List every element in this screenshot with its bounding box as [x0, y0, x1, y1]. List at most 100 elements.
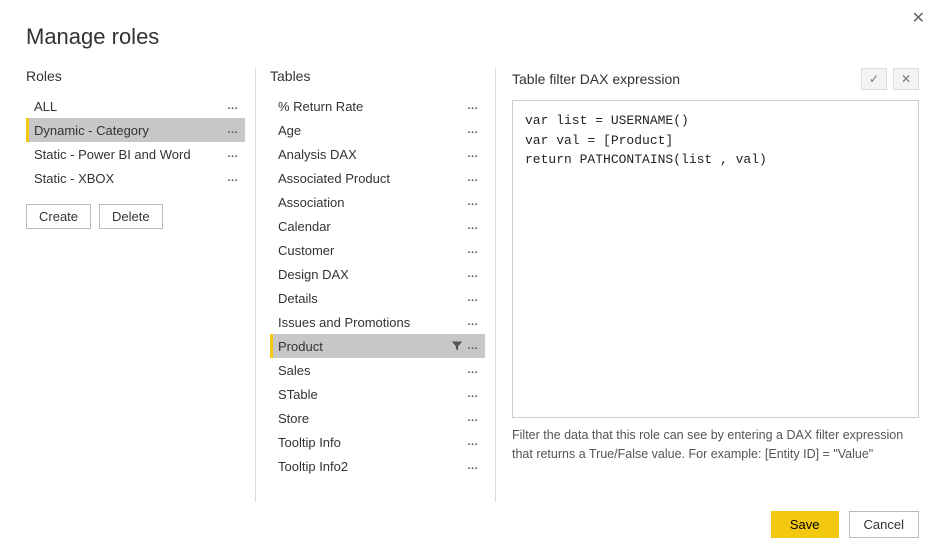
ellipsis-icon[interactable]: … [227, 172, 239, 184]
roles-header: Roles [26, 68, 245, 94]
roles-list: ALL…Dynamic - Category…Static - Power BI… [26, 94, 245, 190]
delete-button[interactable]: Delete [99, 204, 163, 229]
role-item-label: Dynamic - Category [34, 123, 227, 138]
expression-tool-buttons: ✓ ✕ [861, 68, 919, 90]
table-item-actions: … [467, 412, 479, 424]
table-item-label: STable [278, 387, 467, 402]
table-item-actions: … [467, 244, 479, 256]
table-item[interactable]: Age… [270, 118, 485, 142]
table-item-label: Design DAX [278, 267, 467, 282]
ellipsis-icon[interactable]: … [467, 196, 479, 208]
save-button[interactable]: Save [771, 511, 839, 538]
table-item[interactable]: Associated Product… [270, 166, 485, 190]
expression-header: Table filter DAX expression [512, 71, 680, 87]
role-item-actions: … [227, 100, 239, 112]
table-item[interactable]: Calendar… [270, 214, 485, 238]
table-item-actions: … [467, 124, 479, 136]
ellipsis-icon[interactable]: … [467, 220, 479, 232]
table-item[interactable]: Customer… [270, 238, 485, 262]
ellipsis-icon[interactable]: … [467, 364, 479, 376]
table-item-label: Association [278, 195, 467, 210]
expression-help-text: Filter the data that this role can see b… [512, 426, 919, 464]
expression-column: Table filter DAX expression ✓ ✕ var list… [496, 68, 919, 502]
table-item-actions: … [467, 364, 479, 376]
role-item[interactable]: Static - Power BI and Word… [26, 142, 245, 166]
cancel-button[interactable]: Cancel [849, 511, 919, 538]
table-item-label: Sales [278, 363, 467, 378]
ellipsis-icon[interactable]: … [467, 292, 479, 304]
table-item[interactable]: Tooltip Info2… [270, 454, 485, 478]
selection-accent [26, 118, 29, 142]
dialog-title: Manage roles [0, 0, 939, 50]
table-item-actions: … [467, 436, 479, 448]
table-item-label: % Return Rate [278, 99, 467, 114]
ellipsis-icon[interactable]: … [227, 148, 239, 160]
role-item-actions: … [227, 148, 239, 160]
dialog-footer: Save Cancel [771, 511, 919, 538]
ellipsis-icon[interactable]: … [467, 436, 479, 448]
ellipsis-icon[interactable]: … [467, 316, 479, 328]
ellipsis-icon[interactable]: … [227, 100, 239, 112]
selection-accent [270, 334, 273, 358]
ellipsis-icon[interactable]: … [227, 124, 239, 136]
ellipsis-icon[interactable]: … [467, 148, 479, 160]
ellipsis-icon[interactable]: … [467, 244, 479, 256]
table-item-label: Calendar [278, 219, 467, 234]
table-item-actions: … [467, 100, 479, 112]
table-item[interactable]: Analysis DAX… [270, 142, 485, 166]
table-item-actions: … [467, 196, 479, 208]
tables-list: % Return Rate…Age…Analysis DAX…Associate… [270, 94, 485, 478]
table-item-actions: … [467, 316, 479, 328]
table-item-label: Tooltip Info [278, 435, 467, 450]
table-item[interactable]: Association… [270, 190, 485, 214]
table-item-actions: … [467, 148, 479, 160]
role-item-label: ALL [34, 99, 227, 114]
ellipsis-icon[interactable]: … [467, 100, 479, 112]
role-item[interactable]: Static - XBOX… [26, 166, 245, 190]
table-item-label: Issues and Promotions [278, 315, 467, 330]
ellipsis-icon[interactable]: … [467, 124, 479, 136]
accept-expression-button[interactable]: ✓ [861, 68, 887, 90]
table-item-actions: … [467, 460, 479, 472]
role-item[interactable]: ALL… [26, 94, 245, 118]
roles-column: Roles ALL…Dynamic - Category…Static - Po… [26, 68, 256, 502]
ellipsis-icon[interactable]: … [467, 460, 479, 472]
table-item[interactable]: % Return Rate… [270, 94, 485, 118]
table-item-actions: … [467, 292, 479, 304]
table-item-actions: … [451, 340, 479, 352]
close-icon[interactable]: ✕ [912, 8, 925, 28]
table-item[interactable]: Design DAX… [270, 262, 485, 286]
table-item[interactable]: STable… [270, 382, 485, 406]
ellipsis-icon[interactable]: … [467, 340, 479, 352]
table-item[interactable]: Sales… [270, 358, 485, 382]
table-item-actions: … [467, 172, 479, 184]
tables-column: Tables % Return Rate…Age…Analysis DAX…As… [256, 68, 496, 502]
role-item-label: Static - XBOX [34, 171, 227, 186]
role-item-actions: … [227, 124, 239, 136]
table-item-label: Customer [278, 243, 467, 258]
role-item[interactable]: Dynamic - Category… [26, 118, 245, 142]
ellipsis-icon[interactable]: … [467, 412, 479, 424]
ellipsis-icon[interactable]: … [467, 268, 479, 280]
table-item[interactable]: Tooltip Info… [270, 430, 485, 454]
table-item-label: Product [278, 339, 451, 354]
dax-expression-editor[interactable]: var list = USERNAME() var val = [Product… [512, 100, 919, 418]
table-item-actions: … [467, 268, 479, 280]
filter-icon [451, 340, 463, 352]
ellipsis-icon[interactable]: … [467, 172, 479, 184]
table-item-label: Store [278, 411, 467, 426]
expression-header-row: Table filter DAX expression ✓ ✕ [512, 68, 919, 100]
columns-container: Roles ALL…Dynamic - Category…Static - Po… [0, 68, 939, 502]
table-item[interactable]: Product … [270, 334, 485, 358]
create-button[interactable]: Create [26, 204, 91, 229]
table-item-label: Details [278, 291, 467, 306]
role-item-label: Static - Power BI and Word [34, 147, 227, 162]
table-item[interactable]: Store… [270, 406, 485, 430]
role-item-actions: … [227, 172, 239, 184]
discard-expression-button[interactable]: ✕ [893, 68, 919, 90]
ellipsis-icon[interactable]: … [467, 388, 479, 400]
table-item[interactable]: Details… [270, 286, 485, 310]
table-item-label: Tooltip Info2 [278, 459, 467, 474]
table-item-actions: … [467, 220, 479, 232]
table-item[interactable]: Issues and Promotions… [270, 310, 485, 334]
